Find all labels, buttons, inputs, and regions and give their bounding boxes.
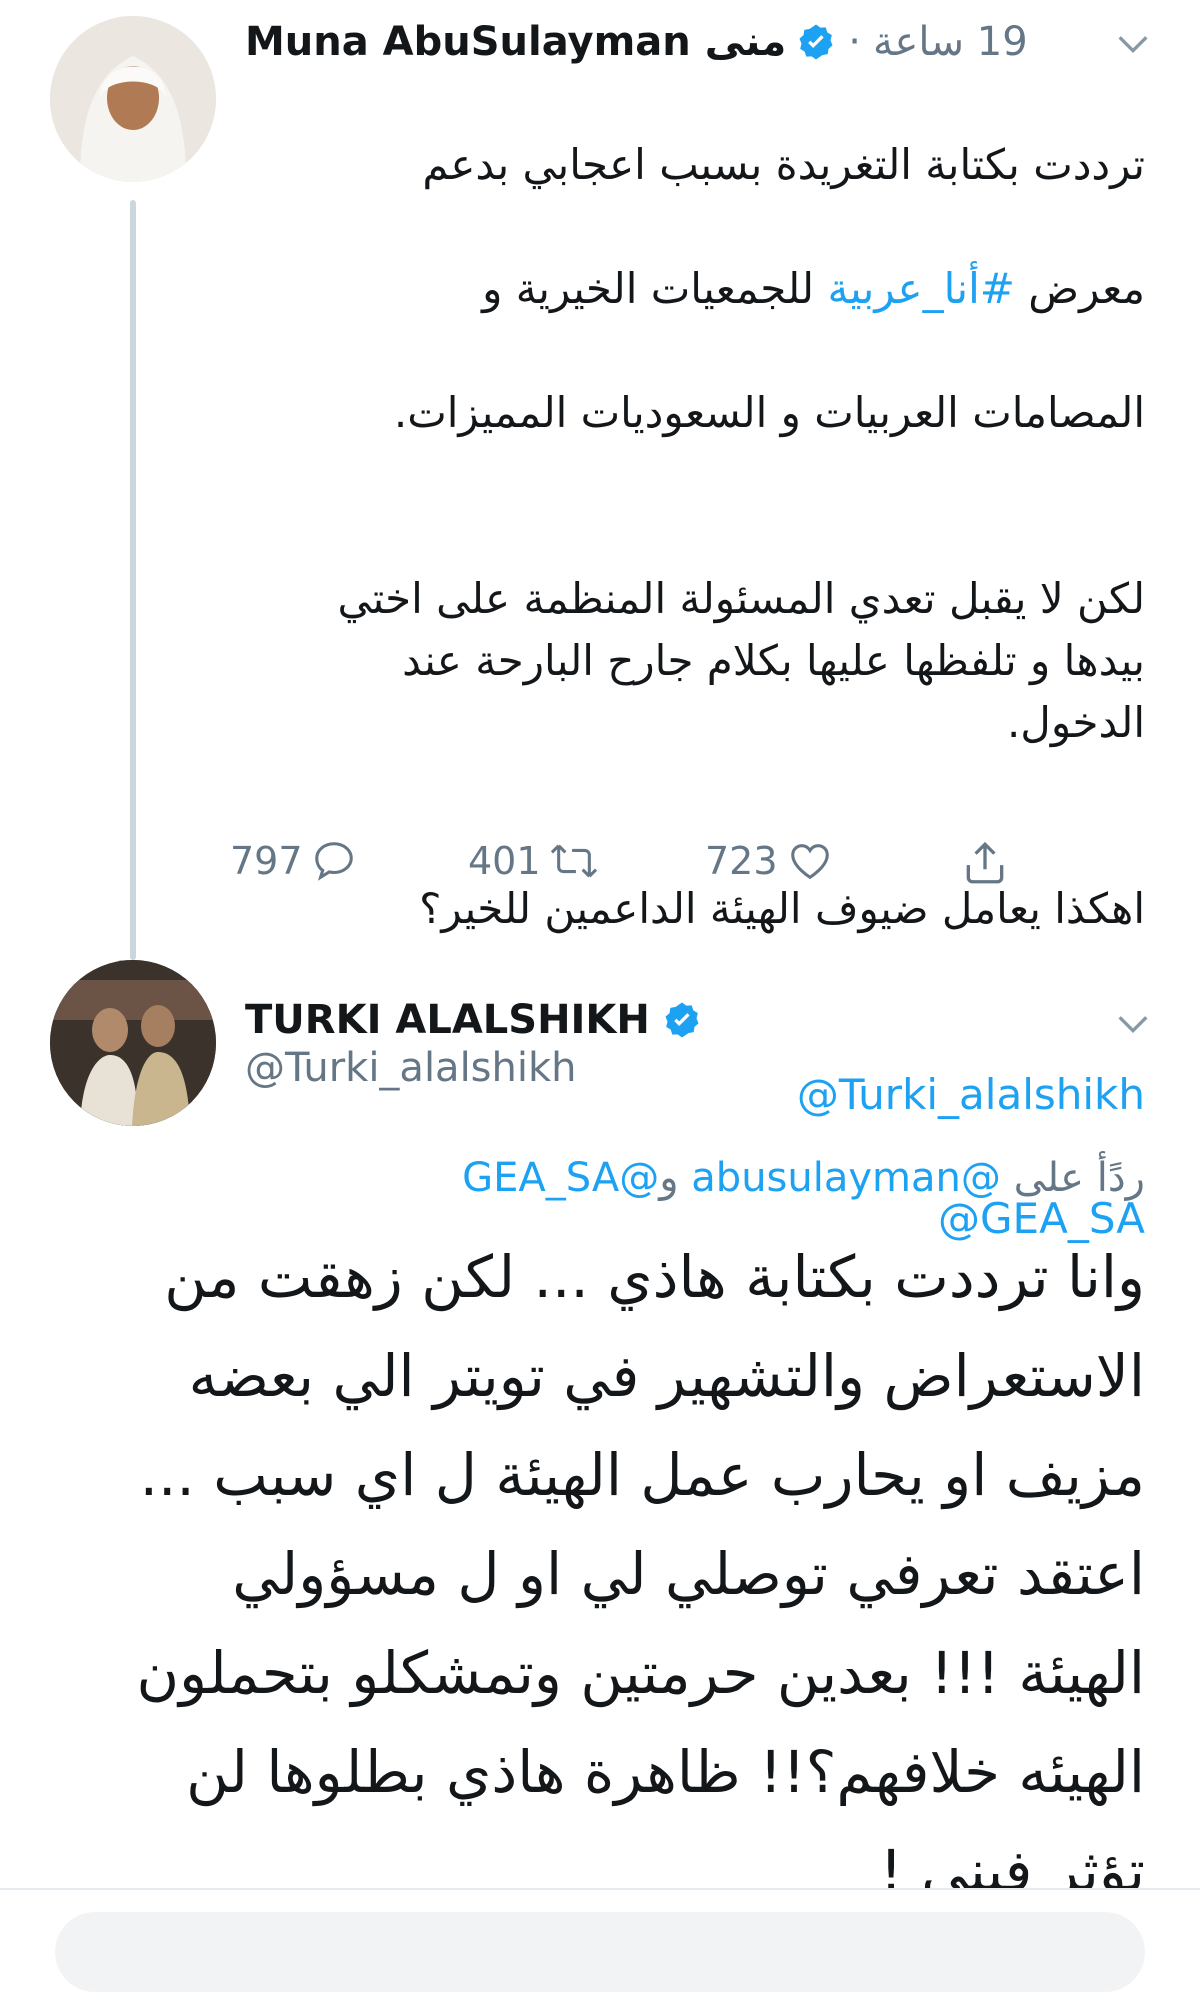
verified-badge-icon bbox=[796, 22, 836, 62]
chevron-down-icon[interactable] bbox=[1113, 1004, 1153, 1048]
hashtag-link[interactable]: #أنا_عربية bbox=[827, 264, 1014, 313]
avatar-image bbox=[50, 16, 216, 182]
share-icon bbox=[966, 841, 1004, 884]
reply-count: 797 bbox=[230, 839, 303, 883]
chevron-down-icon[interactable] bbox=[1113, 24, 1153, 68]
avatar-muna[interactable] bbox=[50, 16, 216, 182]
like-button[interactable]: 723 bbox=[705, 838, 834, 884]
display-name[interactable]: TURKI ALALSHIKH bbox=[245, 997, 650, 1043]
compose-bar[interactable] bbox=[55, 1912, 1145, 1992]
tweet-line-with-hashtag: معرض #أنا_عربية للجمعيات الخيرية و bbox=[482, 264, 1145, 313]
retweet-count: 401 bbox=[468, 839, 541, 883]
handle[interactable]: @Turki_alalshikh bbox=[245, 1045, 577, 1091]
tweet-header: Muna AbuSulayman منى · 19 ساعة bbox=[245, 12, 1145, 72]
reply-icon bbox=[314, 842, 353, 881]
tweet-paragraph: لكن لا يقبل تعدي المسئولة المنظمة على اخ… bbox=[337, 574, 1145, 747]
avatar-image bbox=[50, 960, 216, 1126]
tweet-paragraph: اهكذا يعامل ضيوف الهيئة الداعمين للخير؟ bbox=[419, 884, 1145, 933]
timestamp[interactable]: 19 ساعة bbox=[873, 19, 1028, 65]
thread-connector bbox=[130, 200, 136, 960]
tweet-line: ترددت بكتابة التغريدة بسبب اعجابي بدعم bbox=[422, 140, 1145, 189]
share-button[interactable] bbox=[960, 838, 1010, 892]
divider bbox=[0, 1888, 1200, 1890]
verified-badge-icon bbox=[662, 1000, 702, 1040]
mention-gea-link[interactable]: @GEA_SA bbox=[462, 1155, 659, 1201]
tweet-body: ترددت بكتابة التغريدة بسبب اعجابي بدعم م… bbox=[245, 72, 1145, 1312]
separator-dot: · bbox=[848, 19, 862, 65]
retweet-icon bbox=[550, 844, 597, 878]
heart-icon bbox=[790, 844, 829, 880]
display-name[interactable]: Muna AbuSulayman bbox=[245, 19, 691, 65]
display-name-arabic[interactable]: منى bbox=[705, 19, 787, 65]
avatar-turki[interactable] bbox=[50, 960, 216, 1126]
mention-abusulayman-link[interactable]: @abusulayman bbox=[691, 1155, 1001, 1201]
like-count: 723 bbox=[705, 839, 778, 883]
reply-button[interactable]: 797 bbox=[230, 838, 357, 884]
tweet-header: TURKI ALALSHIKH bbox=[245, 990, 1045, 1050]
tweet-line: المصامات العربيات و السعوديات المميزات. bbox=[393, 388, 1145, 437]
reply-context: ردًأ على @abusulayman و@GEA_SA bbox=[462, 1155, 1145, 1201]
retweet-button[interactable]: 401 bbox=[468, 838, 599, 884]
tweet-body: وانا ترددت بكتابة هاذي ... لكن زهقت من ا… bbox=[136, 1243, 1146, 1888]
